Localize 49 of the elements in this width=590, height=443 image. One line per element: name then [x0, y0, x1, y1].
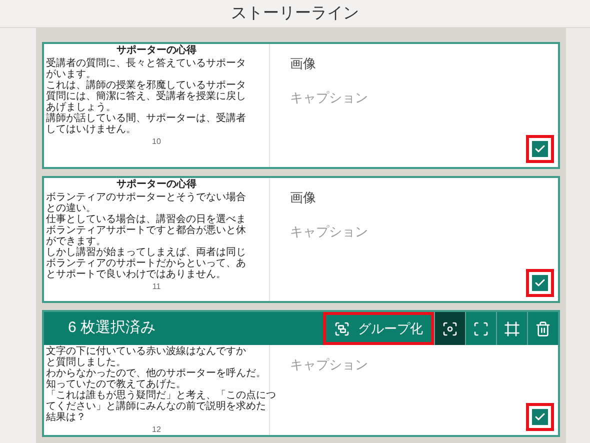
- caption-field[interactable]: キャプション: [290, 222, 530, 241]
- select-checkbox[interactable]: [532, 275, 548, 291]
- group-icon: [334, 320, 350, 336]
- group-button[interactable]: グループ化: [323, 312, 434, 345]
- slide-text-line: てください」と講師にみんなの前で説明を求めた: [46, 401, 266, 412]
- window-title: ストーリーライン: [231, 4, 359, 24]
- slide-text-line: 仕事としている場合は、講習会の日を選べま: [46, 214, 246, 225]
- select-checkbox[interactable]: [532, 141, 548, 157]
- slide-thumbnail[interactable]: サポーターの心得 ボランティアのサポーターとそうでない場合 との違い。 仕事としている場合は、講習会の日を選べま ボランティアサポートですと都合が悪いと休 ができます。 しかし講習が始まってしまえば、両者は同じ ボランティアのサポートだからといって、あ とサポートで良いわけではありません。 11: [44, 178, 270, 301]
- slide-title: サポーターの心得: [116, 45, 198, 57]
- slide-text-line: これは、講師の授業を邪魔しているサポータ: [46, 80, 246, 91]
- caption-field[interactable]: キャプション: [290, 88, 530, 107]
- slide-text-line: ができます。: [46, 236, 106, 247]
- tool-button[interactable]: [434, 312, 465, 345]
- slide-text-line: 「これは誰もが思う疑問だ」と考え、「この点につ: [46, 390, 276, 401]
- check-icon: [534, 411, 546, 423]
- slide-text-line: 受講者の質問に、長々と答えているサポータ: [46, 58, 246, 69]
- slide-title: サポーターの心得: [116, 179, 198, 191]
- selection-count: 6 枚選択済み: [68, 318, 157, 338]
- caption-field[interactable]: キャプション: [290, 355, 530, 374]
- slide-text-line: わからなかったので、他のサポーターを呼んだ。: [46, 368, 266, 379]
- slide-text-line: あげましょう。: [46, 102, 116, 113]
- focus-icon: [442, 320, 458, 336]
- slide-text-line: ボランティアのサポーターとそうでない場合: [46, 192, 246, 203]
- image-label: 画像: [290, 189, 317, 207]
- slide-text-line: とサポートで良いわけではありません。: [46, 269, 226, 280]
- image-label: 画像: [290, 55, 317, 73]
- slide-thumbnail[interactable]: サポーターの心得 受講者の質問に、長々と答えているサポータ がいます。 これは、講師の授業を邪魔しているサポータ 質問には、簡潔に答え、受講者を授業に戻し あげましょう。 講師が話している間、サポーターは、受講者 してはいけません。 10: [44, 44, 270, 167]
- select-checkbox[interactable]: [532, 409, 548, 425]
- slide-text-line: ボランティアのサポートだからといって、あ: [46, 258, 246, 269]
- slide-text-line: 講師が話している間、サポーターは、受講者: [46, 113, 246, 124]
- slide-text-line: と質問しました。: [46, 357, 126, 368]
- slide-text-line: ボランティアサポートですと都合が悪いと休: [46, 225, 246, 236]
- page-number: 10: [151, 137, 162, 147]
- slide-text-line: との違い。: [46, 203, 96, 214]
- slide-text-line: 質問には、簡潔に答え、受講者を授業に戻し: [46, 91, 246, 102]
- check-icon: [534, 143, 546, 155]
- trash-icon: [535, 320, 551, 336]
- slide-text-line: 結果は？: [46, 412, 86, 423]
- crop-icon: [504, 320, 520, 336]
- slide-text-line: がいます。: [46, 69, 96, 80]
- slide-text-line: 知っていたので教えてあげた。: [46, 379, 186, 390]
- page-number: 11: [151, 282, 162, 292]
- check-icon: [534, 277, 546, 289]
- page-number: 12: [151, 425, 162, 435]
- slide-text-line: してはいけません。: [46, 124, 136, 135]
- slide-text-line: しかし講習が始まってしまえば、両者は同じ: [46, 247, 246, 258]
- slide-text-line: 文字の下に付いている赤い波線はなんですか: [46, 346, 246, 357]
- frame-icon: [473, 320, 489, 336]
